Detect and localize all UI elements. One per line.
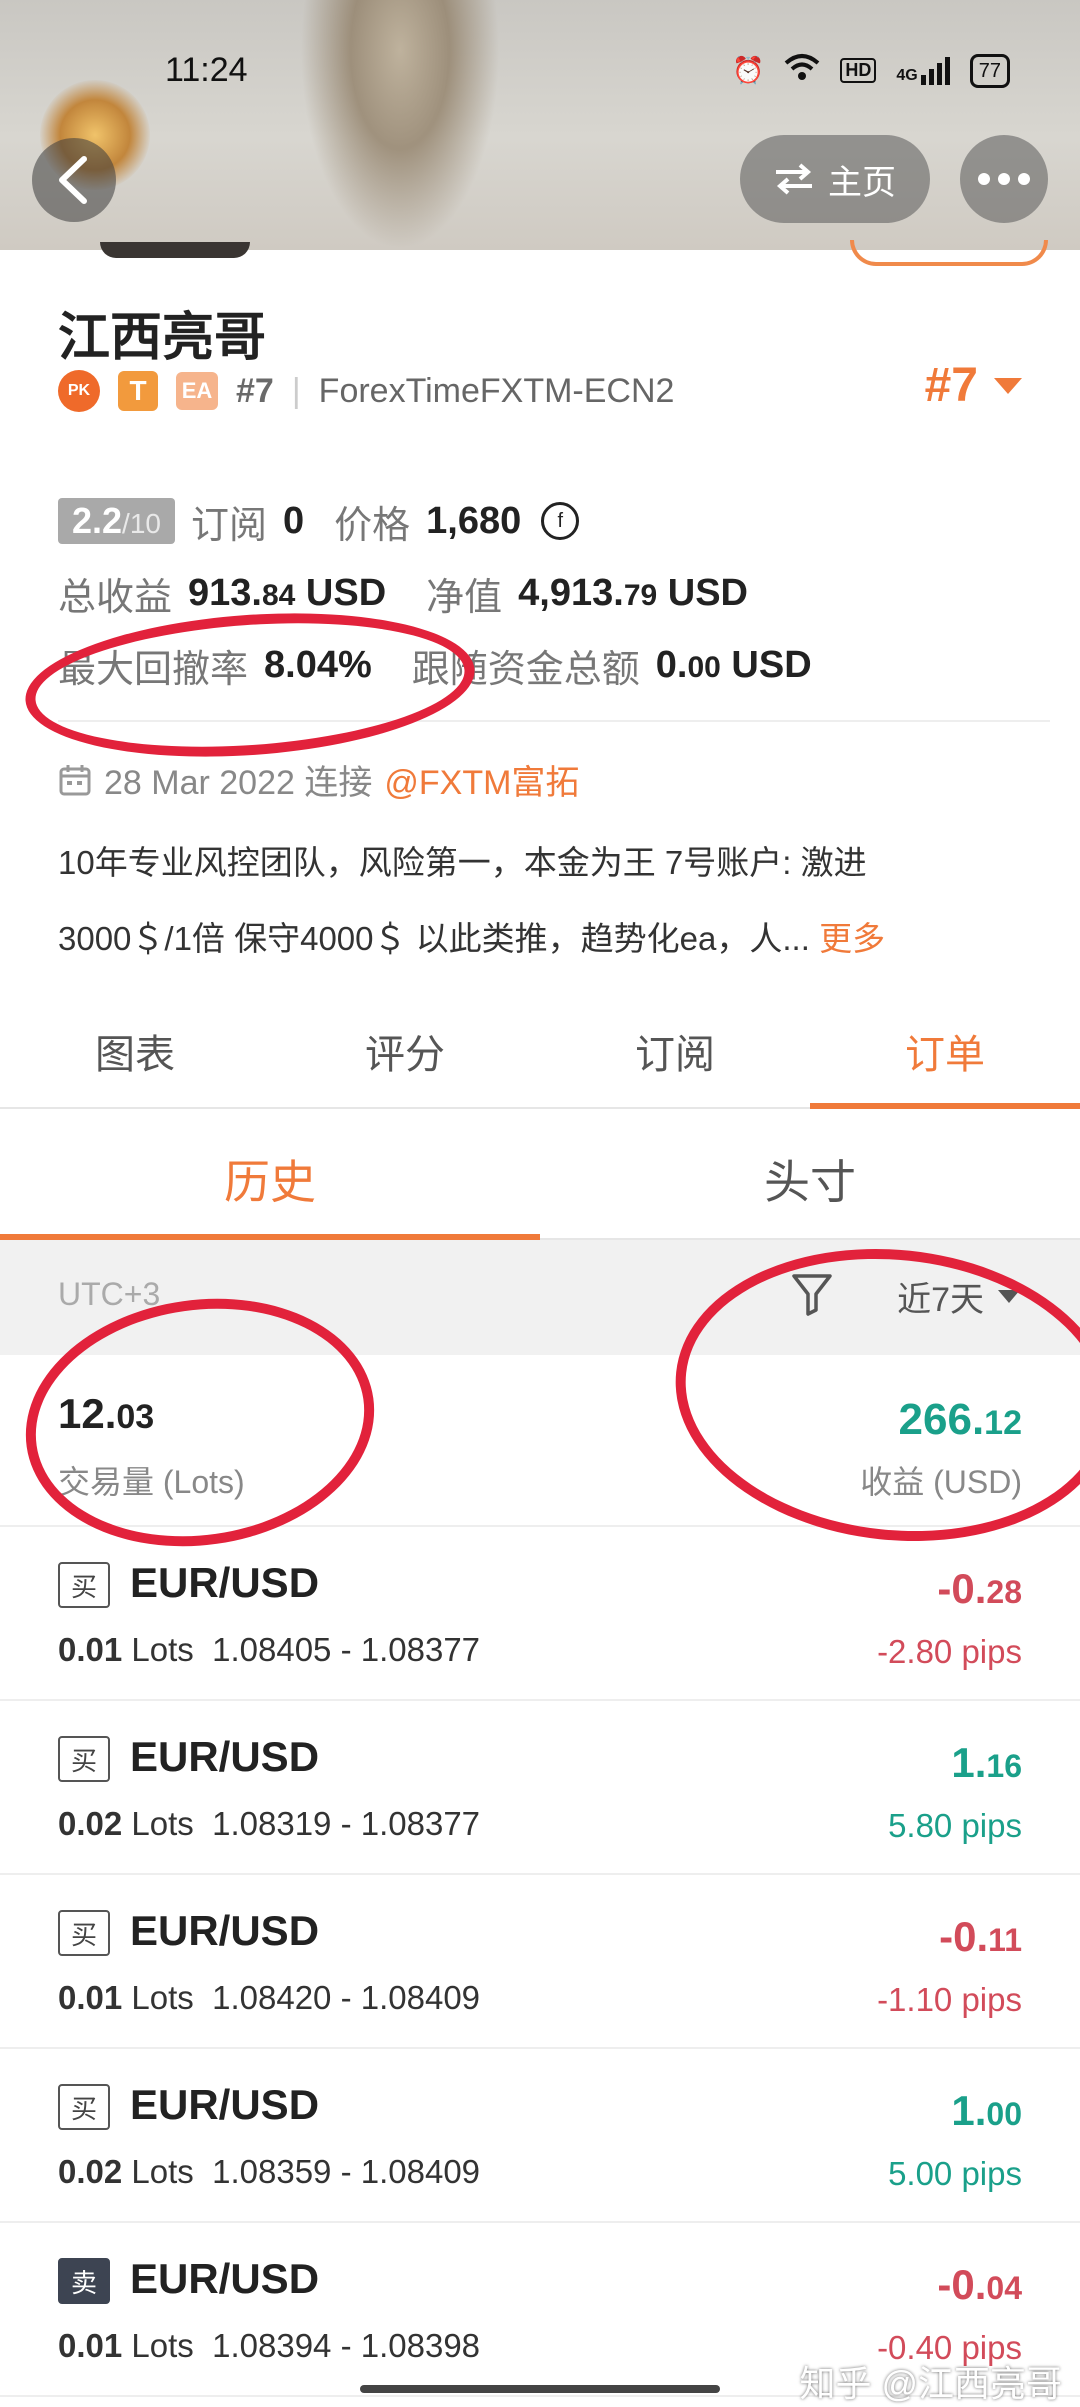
header-banner: [0, 0, 1080, 250]
stats-row-2: 总收益 913.84 USD 净值 4,913.79 USD: [58, 557, 812, 629]
profile-name: 江西亮哥: [58, 309, 267, 367]
rank-selector[interactable]: #7: [925, 358, 1022, 413]
description-line: 10年专业风控团队，风险第一，本金为王 7号账户: 激进: [58, 844, 867, 881]
orders-list: 买 EUR/USD 0.01 Lots 1.08405 - 1.08377 -0…: [0, 1527, 1080, 2397]
equity-label: 净值: [426, 576, 503, 619]
status-icons: ⏰ HD 4G 77: [732, 53, 1010, 88]
home-button[interactable]: 主页: [740, 135, 930, 223]
order-profit: -0.28: [937, 1565, 1022, 1612]
subs-value: 0: [283, 499, 305, 542]
signal-icon: 4G: [896, 56, 950, 85]
home-button-label: 主页: [828, 163, 896, 202]
order-profit: -0.04: [937, 2261, 1022, 2308]
price-label: 价格: [334, 504, 411, 547]
hd-icon: HD: [840, 58, 877, 83]
status-time: 11:24: [165, 51, 248, 89]
tab-rating[interactable]: 评分: [270, 995, 540, 1107]
tab-orders[interactable]: 订单: [810, 995, 1080, 1109]
symbol: EUR/USD: [130, 1559, 320, 1606]
side-badge: 买: [58, 1736, 110, 1782]
order-pips: 5.00 pips: [888, 2155, 1022, 2192]
rank-value: #7: [924, 359, 978, 412]
follow-button[interactable]: [850, 240, 1048, 266]
profile-description: 10年专业风控团队，风险第一，本金为王 7号账户: 激进 3000＄/1倍 保守…: [58, 825, 1018, 977]
broker-link[interactable]: @FXTM富拓: [384, 755, 579, 804]
equity-value: 4,913.79 USD: [518, 571, 748, 614]
side-badge: 买: [58, 2084, 110, 2130]
caret-down-icon: [994, 377, 1022, 394]
calendar-icon: [59, 764, 91, 795]
list-item[interactable]: 买 EUR/USD 0.01 Lots 1.08420 - 1.08409 -0…: [0, 1875, 1080, 2049]
symbol: EUR/USD: [130, 1733, 320, 1780]
profile-badges: PK T EA #7 | ForexTimeFXTM-ECN2: [58, 370, 674, 412]
sub-tabs: 历史 头寸: [0, 1120, 1080, 1240]
order-pips: -1.10 pips: [877, 1981, 1022, 2018]
tab-chart[interactable]: 图表: [0, 995, 270, 1107]
order-profit: 1.16: [951, 1739, 1022, 1786]
coin-icon: f: [541, 502, 580, 540]
more-options-button[interactable]: [960, 135, 1048, 223]
main-tabs: 图表 评分 订阅 订单: [0, 995, 1080, 1109]
avatar[interactable]: [100, 242, 250, 258]
ea-badge-icon: EA: [176, 372, 218, 410]
side-badge: 买: [58, 1562, 110, 1608]
order-detail: 0.01 Lots 1.08420 - 1.08409: [58, 1979, 481, 2016]
back-button[interactable]: [32, 138, 116, 222]
order-profit: 1.00: [951, 2087, 1022, 2134]
order-detail: 0.01 Lots 1.08405 - 1.08377: [58, 1631, 481, 1668]
tab-positions[interactable]: 头寸: [540, 1120, 1080, 1238]
status-bar: 11:24 ⏰ HD 4G 77: [0, 45, 1080, 95]
home-indicator[interactable]: [360, 2385, 720, 2393]
stats-row-1: 2.2/10 订阅 0 价格 1,680 f: [58, 485, 812, 557]
side-badge: 卖: [58, 2258, 110, 2304]
divider: |: [291, 371, 301, 410]
score-badge: 2.2/10: [58, 498, 175, 544]
battery-icon: 77: [969, 53, 1010, 88]
tab-history[interactable]: 历史: [0, 1120, 540, 1240]
order-profit: -0.11: [939, 1913, 1022, 1960]
side-badge: 买: [58, 1910, 110, 1956]
wifi-icon: [784, 53, 820, 88]
list-item[interactable]: 买 EUR/USD 0.02 Lots 1.08359 - 1.08409 1.…: [0, 2049, 1080, 2223]
description-line: 3000＄/1倍 保守4000＄ 以此类推，趋势化ea，人... 更多: [58, 920, 886, 957]
timezone-label: UTC+3: [58, 1276, 161, 1312]
follow-funds-value: 0.00 USD: [655, 643, 812, 686]
swap-arrows-icon: [776, 163, 812, 195]
watermark: 知乎 @江西亮哥: [799, 2363, 1062, 2404]
t-badge-icon: T: [118, 371, 158, 411]
price-value: 1,680: [426, 499, 522, 542]
total-profit-label: 总收益: [58, 576, 173, 619]
symbol: EUR/USD: [130, 2081, 320, 2128]
joined-date: 28 Mar 2022 连接: [104, 764, 373, 802]
subs-label: 订阅: [190, 504, 267, 547]
list-item[interactable]: 买 EUR/USD 0.01 Lots 1.08405 - 1.08377 -0…: [0, 1527, 1080, 1701]
order-detail: 0.02 Lots 1.08319 - 1.08377: [58, 1805, 481, 1842]
chevron-left-icon: [59, 156, 87, 204]
pk-badge-icon: PK: [58, 370, 100, 412]
order-detail: 0.02 Lots 1.08359 - 1.08409: [58, 2153, 481, 2190]
joined-info: 28 Mar 2022 连接 @FXTM富拓: [58, 755, 579, 804]
alarm-icon: ⏰: [732, 55, 765, 85]
tab-subscribe[interactable]: 订阅: [540, 995, 810, 1107]
more-dots-icon: [978, 173, 990, 185]
symbol: EUR/USD: [130, 2255, 320, 2302]
order-pips: -2.80 pips: [877, 1633, 1022, 1670]
total-profit-value: 913.84 USD: [188, 571, 387, 614]
order-detail: 0.01 Lots 1.08394 - 1.08398: [58, 2327, 481, 2364]
symbol: EUR/USD: [130, 1907, 320, 1954]
list-item[interactable]: 买 EUR/USD 0.02 Lots 1.08319 - 1.08377 1.…: [0, 1701, 1080, 1875]
more-link[interactable]: 更多: [819, 920, 885, 957]
order-pips: 5.80 pips: [888, 1807, 1022, 1844]
server-name: ForexTimeFXTM-ECN2: [318, 371, 675, 410]
banner-skeleton-image: [300, 0, 500, 250]
rank-label: #7: [236, 371, 274, 410]
